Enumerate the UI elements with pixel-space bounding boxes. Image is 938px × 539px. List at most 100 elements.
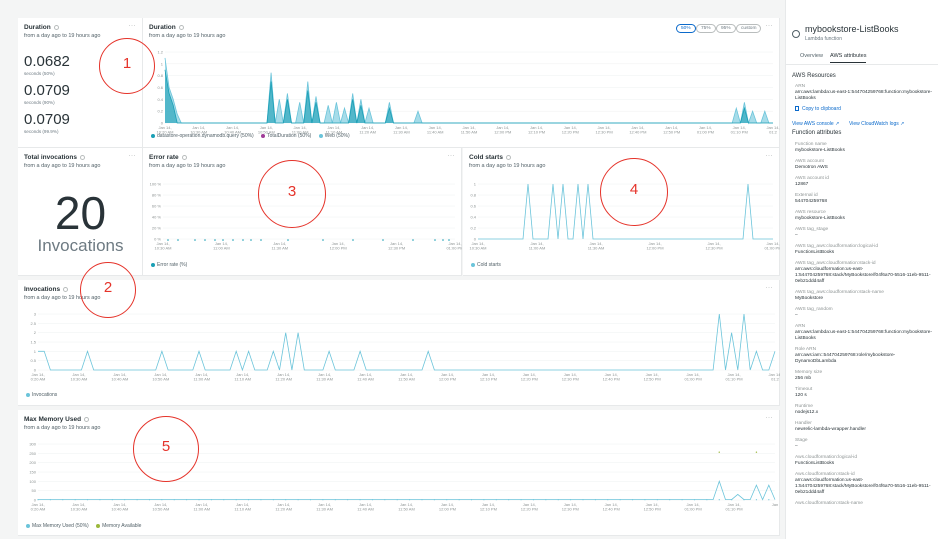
memory-point xyxy=(223,499,225,501)
legend-item[interactable]: Memory Available xyxy=(96,523,141,529)
x-tick-label: Jan 14, 12:00 PM xyxy=(494,125,511,135)
x-tick-label: Jan 14, 12:00 PM xyxy=(439,502,456,512)
memory-point xyxy=(508,499,510,501)
legend-item[interactable]: Cold starts xyxy=(471,262,501,268)
memory-point xyxy=(483,499,485,501)
duration-p50-value: 0.0682 xyxy=(24,53,70,70)
x-tick-label: Jan 14, 11:00 AM xyxy=(213,241,230,251)
view-cloudwatch-logs-link[interactable]: View CloudWatch logs ↗ xyxy=(849,121,904,127)
legend-item[interactable]: Error rate (%) xyxy=(151,262,187,268)
legend-item[interactable]: Web (50%) xyxy=(318,133,350,139)
tab-overview[interactable]: Overview xyxy=(800,53,823,59)
attribute-value: 12867 xyxy=(795,182,809,187)
x-tick-label: Jan 14, 11:50 AM xyxy=(398,372,415,382)
attribute-item: Handler newrelic-lambda-wrapper.handler xyxy=(795,421,934,433)
panel-title: Total invocations xyxy=(24,154,85,161)
y-tick-label: 0.5 xyxy=(30,358,36,363)
memory-point xyxy=(260,499,262,501)
error-point xyxy=(222,239,224,241)
x-tick-label: Jan 14, 10:50 AM xyxy=(152,502,169,512)
memory-point xyxy=(718,499,720,501)
memory-point xyxy=(62,499,64,501)
web-series xyxy=(164,57,773,125)
copy-to-clipboard-link[interactable]: Copy to clipboard xyxy=(795,106,841,112)
memory-point xyxy=(446,499,448,501)
legend-item[interactable]: TotalDuration (50%) xyxy=(261,133,311,139)
error-point xyxy=(204,239,206,241)
total-invocations-unit: Invocations xyxy=(37,236,124,255)
memory-point xyxy=(570,499,572,501)
error-point xyxy=(167,239,169,241)
memory-point xyxy=(334,499,336,501)
x-tick-label: Jan 14,01:2 xyxy=(768,372,780,382)
legend-item[interactable]: datastore-operation.dynamodb.query (50%) xyxy=(151,133,254,139)
attribute-value: Demotron AWS xyxy=(795,165,828,170)
copy-label: Copy to clipboard xyxy=(802,106,841,112)
info-icon[interactable] xyxy=(79,154,85,160)
x-tick-label: Jan 14, 11:20 AM xyxy=(275,372,292,382)
memory-point xyxy=(297,499,299,501)
x-tick-label: Jan 14, 12:10 PM xyxy=(480,502,497,512)
attribute-item: Aws.cloudformation:logical-id FunctionLis… xyxy=(795,455,934,467)
x-tick-label: Jan 14, 11:40 AM xyxy=(427,125,444,135)
legend-item[interactable]: Invocations xyxy=(26,392,57,398)
view-aws-console-link[interactable]: View AWS console ↗ xyxy=(792,121,839,127)
error-point xyxy=(232,239,234,241)
chart-legend: Max Memory Used (50%) Memory Available xyxy=(26,523,147,529)
attribute-item: Role ARN arn:aws:iam::544704259768:role/m… xyxy=(795,347,934,365)
memory-point xyxy=(285,499,287,501)
y-tick-label: 1 xyxy=(34,349,37,354)
memory-point xyxy=(408,499,411,501)
memory-point xyxy=(495,499,497,501)
memory-point xyxy=(768,499,770,501)
attribute-value: mybookstore-ListBooks xyxy=(795,216,845,221)
legend-label: Web (50%) xyxy=(324,133,350,139)
memory-point xyxy=(520,499,522,501)
lambda-icon xyxy=(792,30,800,38)
external-link-icon: ↗ xyxy=(835,121,840,127)
tab-aws-attributes[interactable]: AWS attributes xyxy=(830,53,867,63)
x-tick-label: Jan xyxy=(772,502,778,507)
y-tick-label: 3 xyxy=(34,312,37,317)
memory-point xyxy=(656,499,658,501)
panel-menu-button[interactable]: ··· xyxy=(129,153,137,159)
memory-point xyxy=(309,499,312,501)
x-tick-label: Jan 14, 12:50 PM xyxy=(663,125,680,135)
info-icon[interactable] xyxy=(53,24,59,30)
x-tick-label: Jan 14, 12:20 PM xyxy=(521,372,538,382)
total-invocations-value: 20 xyxy=(54,187,107,239)
clipboard-icon xyxy=(795,106,799,112)
duration-chart-panel: Duration from a day ago to 19 hours ago … xyxy=(143,18,780,148)
x-tick-label: Jan 14, 10:30 AM xyxy=(155,241,172,251)
memory-point xyxy=(347,499,349,501)
attribute-list: Function name mybookstore-ListBooks AWS ac… xyxy=(795,137,934,507)
error-point xyxy=(442,239,444,241)
y-tick-label: 1 xyxy=(474,182,477,187)
x-tick-label: Jan 14, 12:40 PM xyxy=(603,502,620,512)
memory-point xyxy=(706,499,708,501)
x-tick-label: Jan 14, 0:20 AM xyxy=(31,502,46,512)
duration-chart[interactable]: 1.210.80.60.40.20Jan 14, 10:20 AMJan 14, 1… xyxy=(143,18,780,148)
attribute-item: AWS account Demotron AWS xyxy=(795,159,934,171)
x-tick-label: Jan 14, 12:50 PM xyxy=(644,372,661,382)
memory-point xyxy=(210,499,213,501)
max-memory-chart[interactable]: 300250200150100500Jan 14, 0:20 AMJan 14, 1… xyxy=(18,410,780,536)
aws-resources-heading: AWS Resources xyxy=(792,73,836,79)
y-tick-label: 0.2 xyxy=(470,226,476,231)
panel-menu-button[interactable]: ··· xyxy=(129,23,137,29)
legend-label: TotalDuration (50%) xyxy=(267,133,312,139)
y-tick-label: 20 % xyxy=(152,226,162,231)
legend-label: Cold starts xyxy=(477,262,501,268)
chart-legend: Cold starts xyxy=(471,262,507,268)
legend-item[interactable]: Max Memory Used (50%) xyxy=(26,523,89,529)
y-tick-label: 100 % xyxy=(150,182,162,187)
y-tick-label: 0.2 xyxy=(157,109,163,114)
x-tick-label: Jan 14, 11:10 AM xyxy=(234,372,251,382)
x-tick-label: Jan 14, 10:50 AM xyxy=(152,372,169,382)
memory-point xyxy=(582,499,584,501)
memory-point xyxy=(594,499,596,501)
x-tick-label: Jan 14, 11:40 AM xyxy=(357,372,374,382)
memory-point xyxy=(359,499,361,501)
dynamodb-series-area xyxy=(165,69,773,123)
memory-available-point xyxy=(755,451,758,453)
